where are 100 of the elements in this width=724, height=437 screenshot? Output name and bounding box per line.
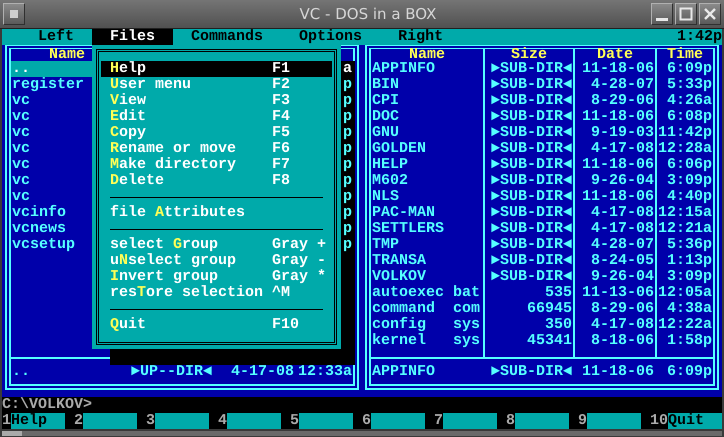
close-button[interactable] <box>699 3 721 25</box>
horizontal-scrollbar[interactable] <box>2 431 722 436</box>
file-name: TMP <box>372 237 400 253</box>
file-time: 6:08p <box>666 108 712 125</box>
file-time: 3:09p <box>666 268 712 285</box>
column-header: Date <box>596 46 633 63</box>
menu-item[interactable]: uNselect group Gray - <box>101 253 332 269</box>
file-date: 4-17-08 <box>590 316 654 333</box>
file-name: vcsetup <box>12 237 76 253</box>
function-key-button[interactable] <box>515 413 570 429</box>
file-time: 4:40p <box>666 188 712 205</box>
close-icon <box>703 7 717 21</box>
file-extension: sys <box>453 317 480 333</box>
menu-item[interactable]: User menu F2 <box>101 77 332 93</box>
file-size: ►SUB-DIR◄ <box>490 76 572 93</box>
clock: 1:42p <box>676 29 722 45</box>
column-header: Name <box>408 46 445 63</box>
column-header: Time <box>666 46 703 63</box>
function-key-button[interactable] <box>587 413 642 429</box>
column-header: Name <box>48 46 85 63</box>
function-key-button[interactable] <box>83 413 138 429</box>
function-key-button[interactable] <box>227 413 282 429</box>
file-size: ►SUB-DIR◄ <box>490 188 572 205</box>
column-header: Size <box>510 46 547 63</box>
key-number: 4 <box>218 413 228 429</box>
file-date: 4-28-07 <box>590 236 654 253</box>
file-date: 9-19-03 <box>590 124 654 141</box>
menu-item[interactable]: Rename or move F6 <box>101 141 332 157</box>
file-time: p <box>342 188 352 205</box>
file-size: 66945 <box>526 300 572 317</box>
file-name: command <box>372 301 436 317</box>
file-name: vc <box>12 189 30 205</box>
minimize-button[interactable] <box>651 3 673 25</box>
menu-item[interactable]: Help F1 <box>101 61 332 77</box>
file-date: 11-18-06 <box>582 156 654 173</box>
function-key-button[interactable] <box>443 413 498 429</box>
file-time: 1:13p <box>666 252 712 269</box>
file-time: p <box>342 108 352 125</box>
function-key-button[interactable]: Quit <box>668 413 722 429</box>
file-date: 4-17-08 <box>590 140 654 157</box>
menu-item[interactable]: resTore selection ^M <box>101 285 332 301</box>
file-size: ►SUB-DIR◄ <box>490 204 572 221</box>
command-prompt[interactable]: C:\VOLKOV> <box>2 396 92 413</box>
menu-bar-item[interactable]: Commands <box>173 29 282 45</box>
file-size: 45341 <box>526 332 572 349</box>
maximize-button[interactable] <box>675 3 697 25</box>
file-size: ►SUB-DIR◄ <box>490 268 572 285</box>
info-file-date: 4-17-08 <box>230 363 294 380</box>
file-time: p <box>342 204 352 221</box>
file-date: 4-28-07 <box>590 76 654 93</box>
file-extension: com <box>453 301 480 317</box>
file-size: 535 <box>544 284 572 301</box>
menu-item[interactable]: Edit F4 <box>101 109 332 125</box>
file-date: 11-18-06 <box>582 60 654 77</box>
file-date: 11-13-06 <box>582 284 654 301</box>
file-name: APPINFO <box>372 61 436 77</box>
file-extension: sys <box>453 333 480 349</box>
info-file-size: ►UP--DIR◄ <box>130 363 212 380</box>
file-size: ►SUB-DIR◄ <box>490 156 572 173</box>
file-name: NLS <box>372 189 400 205</box>
function-key-button[interactable] <box>299 413 354 429</box>
menu-item[interactable]: select Group Gray + <box>101 237 332 253</box>
file-time: p <box>342 172 352 189</box>
file-date: 8-18-06 <box>590 332 654 349</box>
key-number: 5 <box>290 413 300 429</box>
menu-item[interactable]: Copy F5 <box>101 125 332 141</box>
file-time: 4:38a <box>666 300 712 317</box>
file-name: PAC-MAN <box>372 205 436 221</box>
menu-item[interactable]: View F3 <box>101 93 332 109</box>
menu-bar-item[interactable]: Left <box>20 29 92 45</box>
file-date: 4-17-08 <box>590 220 654 237</box>
info-file-name: APPINFO <box>372 363 436 380</box>
maximize-icon <box>679 7 693 21</box>
file-size: ►SUB-DIR◄ <box>490 236 572 253</box>
function-key-button[interactable]: Help <box>11 413 66 429</box>
file-date: 11-18-06 <box>582 108 654 125</box>
file-date: 9-26-04 <box>590 172 654 189</box>
file-time: 6:09p <box>666 60 712 77</box>
key-number: 3 <box>146 413 156 429</box>
file-name: vcinfo <box>12 205 66 221</box>
menu-item[interactable]: Delete F8 <box>101 173 332 189</box>
menu-bar-item[interactable]: Options <box>281 29 380 45</box>
menu-item[interactable]: Quit F10 <box>101 317 332 333</box>
key-number: 6 <box>362 413 372 429</box>
function-key-button[interactable] <box>155 413 210 429</box>
function-key-button[interactable] <box>371 413 426 429</box>
file-name: kernel <box>372 333 426 349</box>
menu-item[interactable]: Invert group Gray * <box>101 269 332 285</box>
menu-item[interactable]: file Attributes <box>101 205 332 221</box>
file-name: SETTLERS <box>372 221 444 237</box>
file-name: GNU <box>372 125 400 141</box>
menu-item[interactable]: Make directory F7 <box>101 157 332 173</box>
window-menu-button[interactable] <box>3 3 25 25</box>
menu-bar-item[interactable]: Files <box>92 29 174 45</box>
file-name: DOC <box>372 109 400 125</box>
file-name: CPI <box>372 93 400 109</box>
file-name: VOLKOV <box>372 269 426 285</box>
file-time: 4:26a <box>666 92 712 109</box>
file-date: 8-29-06 <box>590 92 654 109</box>
menu-bar-item[interactable]: Right <box>380 29 462 45</box>
